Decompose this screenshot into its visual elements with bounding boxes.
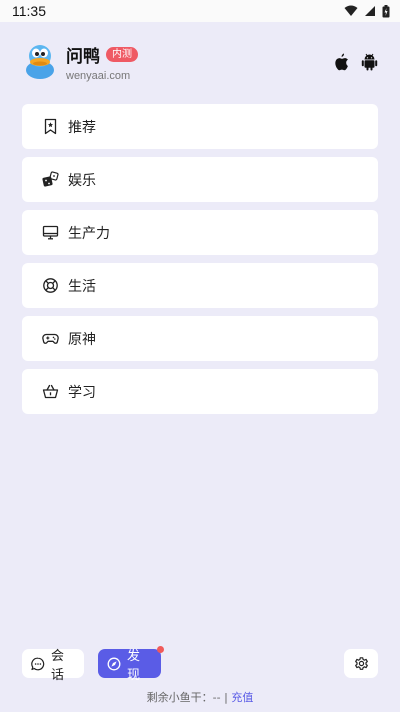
- remaining-value: -- |: [212, 691, 228, 704]
- apple-icon[interactable]: [333, 53, 349, 71]
- lifebuoy-icon: [42, 277, 59, 294]
- menu-item-label: 娱乐: [68, 172, 96, 189]
- notification-dot: [157, 646, 164, 653]
- app-name: 问鸭: [66, 47, 100, 67]
- discover-button[interactable]: 发现: [98, 646, 164, 683]
- bottom-bar: 会话 发现: [22, 646, 378, 683]
- chat-bubble-icon: [31, 657, 45, 671]
- android-icon[interactable]: [361, 53, 378, 71]
- menu-item-label: 原神: [68, 331, 96, 348]
- wifi-icon: [344, 5, 358, 16]
- gear-icon: [354, 657, 368, 670]
- menu-item-genshin[interactable]: 原神: [22, 316, 378, 361]
- basket-icon: [42, 383, 59, 400]
- chat-label: 会话: [51, 648, 65, 683]
- gamepad-icon: [42, 330, 59, 347]
- discover-label: 发现: [127, 648, 141, 683]
- menu-item-life[interactable]: 生活: [22, 263, 378, 308]
- menu-item-entertainment[interactable]: 娱乐: [22, 157, 378, 202]
- beta-badge: 内测: [106, 47, 138, 62]
- menu-item-study[interactable]: 学习: [22, 369, 378, 414]
- settings-button[interactable]: [344, 649, 378, 678]
- duck-logo-icon: [26, 45, 54, 79]
- menu-item-productivity[interactable]: 生产力: [22, 210, 378, 255]
- battery-icon: [382, 4, 390, 17]
- signal-icon: [365, 6, 375, 16]
- app-domain: wenyaai.com: [66, 70, 131, 82]
- bookmark-star-icon: [42, 118, 59, 135]
- monitor-icon: [42, 224, 59, 241]
- menu-item-label: 学习: [68, 384, 96, 401]
- app-header: 问鸭 内测 wenyaai.com: [22, 42, 378, 82]
- menu-item-label: 生活: [68, 278, 96, 295]
- platform-links: [333, 53, 378, 71]
- chat-button[interactable]: 会话: [22, 649, 84, 683]
- menu-item-recommend[interactable]: 推荐: [22, 104, 378, 149]
- recharge-link[interactable]: 充值: [231, 691, 253, 704]
- remaining-label: 剩余小鱼干：: [146, 691, 213, 704]
- compass-icon: [107, 657, 121, 671]
- menu-item-label: 推荐: [68, 119, 96, 136]
- credit-footer: 剩余小鱼干：-- | 充值: [0, 689, 400, 705]
- status-icons: [344, 4, 390, 18]
- brand: 问鸭 内测 wenyaai.com: [66, 42, 138, 82]
- dice-icon: [42, 171, 59, 188]
- status-time: 11:35: [12, 3, 46, 19]
- category-menu: 推荐 娱乐 生产力 生活 原神 学习: [22, 104, 378, 414]
- menu-item-label: 生产力: [68, 225, 110, 242]
- status-bar: 11:35: [0, 0, 400, 22]
